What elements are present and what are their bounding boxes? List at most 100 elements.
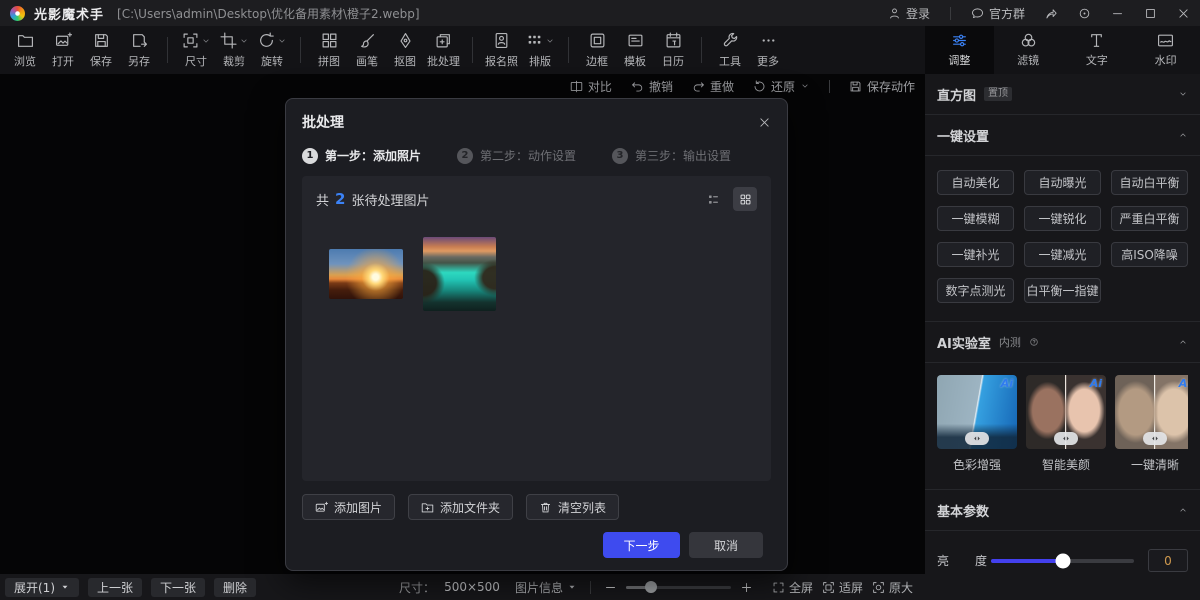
chevron-up-icon[interactable] (1178, 337, 1188, 347)
compare-toggle-icon[interactable] (1143, 432, 1167, 445)
toolbar-item-template[interactable]: 模板 (616, 31, 654, 69)
toolbar-item-label: 工具 (719, 53, 741, 69)
ailab-section-header[interactable]: AI实验室 内测 (937, 322, 1188, 362)
help-icon[interactable] (1029, 337, 1039, 347)
thumbnail-item[interactable] (329, 237, 403, 311)
zoom-out-button[interactable] (604, 581, 617, 594)
histogram-section-header[interactable]: 直方图 置顶 (937, 74, 1188, 114)
image-add-button[interactable]: 添加图片 (302, 494, 395, 520)
toolbar-item-frame[interactable]: 边框 (578, 31, 616, 69)
onekey-button[interactable]: 白平衡一指键 (1024, 278, 1101, 303)
restore-button[interactable]: 还原 (753, 78, 810, 95)
onekey-button[interactable]: 数字点测光 (937, 278, 1014, 303)
onekey-button[interactable]: 自动白平衡 (1111, 170, 1188, 195)
onekey-button[interactable]: 自动曝光 (1024, 170, 1101, 195)
toolbar-item-wrench[interactable]: 工具 (711, 31, 749, 69)
ai-logo-badge: Ai (1179, 377, 1188, 390)
actual-size-button[interactable]: 原大 (872, 579, 913, 596)
brightness-value[interactable]: 0 (1148, 549, 1188, 572)
close-window-button[interactable] (1177, 7, 1190, 20)
tab-sliders[interactable]: 调整 (925, 26, 994, 74)
wizard-step-1[interactable]: 1第一步：添加照片 (302, 147, 421, 164)
basic-params-section-header[interactable]: 基本参数 (937, 490, 1188, 530)
dialog-close-icon[interactable] (758, 116, 771, 129)
tab-filter[interactable]: 滤镜 (994, 26, 1063, 74)
zoom-slider-thumb[interactable] (645, 581, 657, 593)
next-step-button[interactable]: 下一步 (603, 532, 680, 558)
fit-screen-button[interactable]: 适屏 (822, 579, 863, 596)
onekey-button[interactable]: 一键减光 (1024, 242, 1101, 267)
basic-params-title: 基本参数 (937, 501, 989, 520)
official-group-button[interactable]: 官方群 (971, 5, 1025, 22)
minimize-button[interactable] (1111, 7, 1124, 20)
toolbar-item-label: 报名照 (485, 53, 518, 69)
onekey-button[interactable]: 一键锐化 (1024, 206, 1101, 231)
expand-button[interactable]: 展开(1) (5, 578, 79, 597)
zoom-in-button[interactable] (740, 581, 753, 594)
prev-image-button[interactable]: 上一张 (88, 578, 142, 597)
onekey-button[interactable]: 高ISO降噪 (1111, 242, 1188, 267)
save-action-label: 保存动作 (867, 78, 915, 95)
tab-text[interactable]: 文字 (1063, 26, 1132, 74)
fullscreen-button[interactable]: 全屏 (772, 579, 813, 596)
onekey-button[interactable]: 一键补光 (937, 242, 1014, 267)
onekey-button[interactable]: 一键模糊 (937, 206, 1014, 231)
toolbar-item-pen[interactable]: 抠图 (386, 31, 424, 69)
toolbar-item-rotate[interactable]: 旋转 (253, 31, 291, 69)
toolbar-item-save[interactable]: 保存 (82, 31, 120, 69)
chevron-down-icon[interactable] (1178, 89, 1188, 99)
tab-watermark[interactable]: 水印 (1131, 26, 1200, 74)
ailab-card-portrait[interactable]: Ai一键清晰 (1115, 375, 1188, 473)
brightness-slider-thumb[interactable] (1055, 553, 1070, 568)
toolbar-item-calendar[interactable]: 日历 (654, 31, 692, 69)
toolbar-item-browse[interactable]: 浏览 (6, 31, 44, 69)
list-view-button[interactable] (701, 187, 725, 211)
next-image-button[interactable]: 下一张 (151, 578, 205, 597)
brightness-slider[interactable] (991, 559, 1134, 563)
zoom-slider[interactable] (626, 586, 731, 589)
maximize-button[interactable] (1144, 7, 1157, 20)
share-icon[interactable] (1045, 7, 1058, 20)
chevron-down-icon[interactable] (239, 36, 249, 46)
delete-image-button[interactable]: 删除 (214, 578, 256, 597)
save-action-button[interactable]: 保存动作 (849, 78, 915, 95)
login-button[interactable]: 登录 (888, 5, 930, 22)
histogram-pin-badge[interactable]: 置顶 (984, 87, 1012, 101)
toolbar-item-resize[interactable]: 尺寸 (177, 31, 215, 69)
ailab-card-face[interactable]: Ai智能美颜 (1026, 375, 1106, 473)
toolbar-item-open[interactable]: 打开 (44, 31, 82, 69)
chevron-up-icon[interactable] (1178, 130, 1188, 140)
folder-add-button[interactable]: 添加文件夹 (408, 494, 513, 520)
wrench-icon (722, 32, 739, 49)
toolbar-item-brush[interactable]: 画笔 (348, 31, 386, 69)
toolbar-item-collage[interactable]: 拼图 (310, 31, 348, 69)
settings-icon[interactable] (1078, 7, 1091, 20)
cancel-button[interactable]: 取消 (689, 532, 763, 558)
toolbar-item-more[interactable]: 更多 (749, 31, 787, 69)
trash-button[interactable]: 清空列表 (526, 494, 619, 520)
thumbnail-item[interactable] (422, 237, 496, 311)
wizard-step-3[interactable]: 3第三步：输出设置 (612, 147, 731, 164)
compare-toggle-icon[interactable] (965, 432, 989, 445)
image-info-button[interactable]: 图片信息 (515, 579, 577, 596)
chevron-down-icon[interactable] (201, 36, 211, 46)
onekey-button[interactable]: 严重白平衡 (1111, 206, 1188, 231)
toolbar-item-id-photo[interactable]: 报名照 (482, 31, 521, 69)
toolbar-item-save-as[interactable]: 另存 (120, 31, 158, 69)
compare-toggle-icon[interactable] (1054, 432, 1078, 445)
resize-icon (182, 32, 199, 49)
wizard-step-2[interactable]: 2第二步：动作设置 (457, 147, 576, 164)
undo-button[interactable]: 撤销 (631, 78, 673, 95)
compare-button[interactable]: 对比 (570, 78, 612, 95)
ailab-card-sky[interactable]: Ai色彩增强 (937, 375, 1017, 473)
chevron-down-icon[interactable] (545, 36, 555, 46)
onekey-section-header[interactable]: 一键设置 (937, 115, 1188, 155)
toolbar-item-layout[interactable]: 排版 (521, 31, 559, 69)
toolbar-item-crop[interactable]: 裁剪 (215, 31, 253, 69)
chevron-up-icon[interactable] (1178, 505, 1188, 515)
onekey-button[interactable]: 自动美化 (937, 170, 1014, 195)
chevron-down-icon[interactable] (277, 36, 287, 46)
grid-view-button[interactable] (733, 187, 757, 211)
redo-button[interactable]: 重做 (692, 78, 734, 95)
toolbar-item-batch[interactable]: 批处理 (424, 31, 463, 69)
